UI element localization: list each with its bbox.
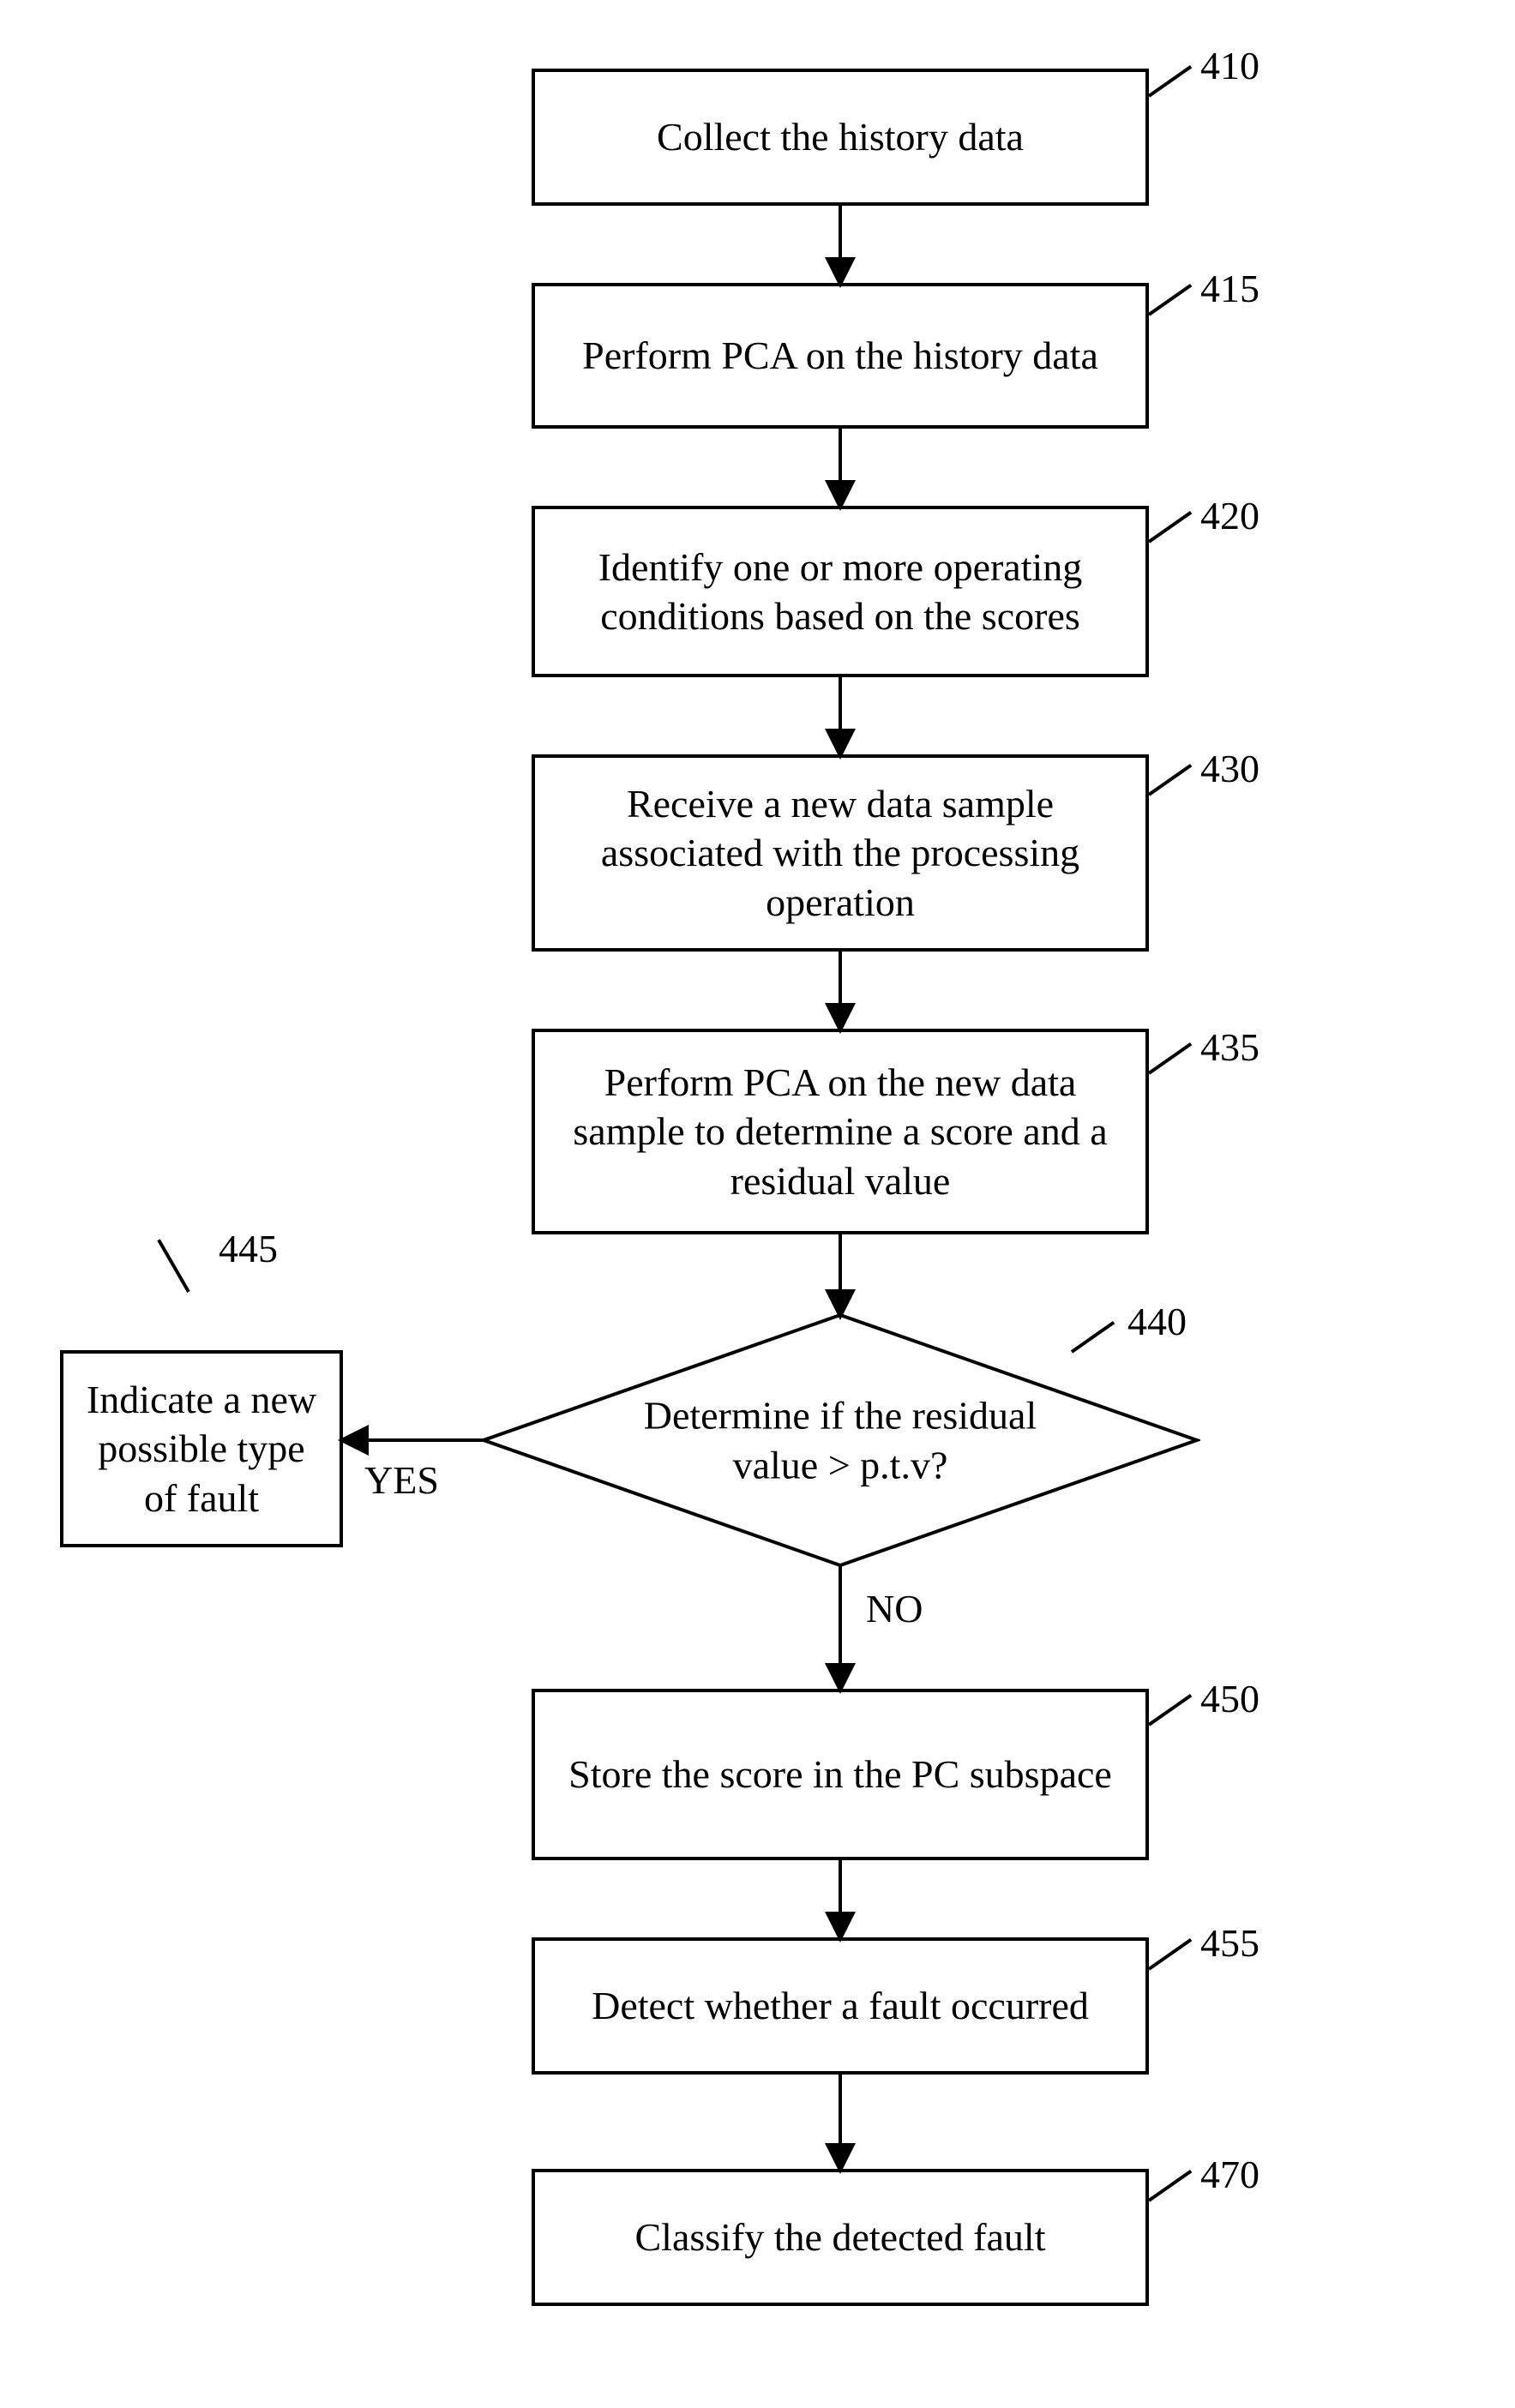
edge-label-no: NO <box>866 1586 923 1631</box>
flowchart-canvas: Collect the history data 410 Perform PCA… <box>0 0 1515 2408</box>
connectors <box>0 0 1515 2408</box>
edge-label-yes: YES <box>364 1457 439 1503</box>
